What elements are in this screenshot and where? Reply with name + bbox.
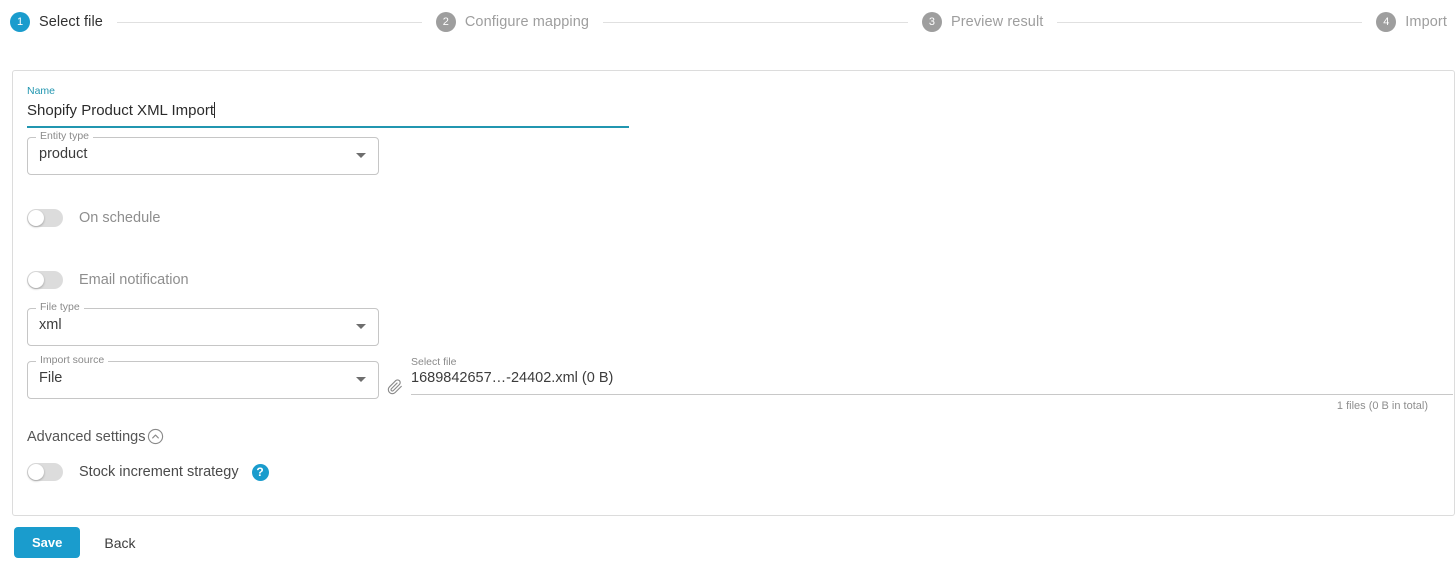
stock-increment-strategy-toggle[interactable]	[27, 463, 63, 481]
import-source-value: File	[39, 370, 63, 386]
form-actions: Save Back	[14, 527, 142, 558]
step-4-label: Import	[1405, 14, 1447, 30]
step-3-label: Preview result	[950, 14, 1044, 30]
import-source-outline	[27, 361, 379, 399]
chevron-up-circle-icon[interactable]	[147, 428, 164, 445]
wizard-stepper: 1 Select file 2 Configure mapping 3 Prev…	[0, 0, 1455, 44]
email-notification-toggle-row[interactable]: Email notification	[27, 271, 189, 289]
import-source-select[interactable]: Import source File	[27, 354, 379, 399]
entity-type-select[interactable]: Entity type product	[27, 130, 379, 175]
file-type-label: File type	[36, 301, 84, 313]
text-caret	[214, 102, 216, 118]
toggle-knob	[28, 210, 44, 226]
stepper-connector-3	[1057, 21, 1363, 23]
name-input[interactable]: Shopify Product XML Import	[27, 100, 629, 124]
step-preview-result[interactable]: 3 Preview result	[921, 12, 1044, 32]
step-select-file[interactable]: 1 Select file	[10, 12, 103, 32]
toggle-knob	[28, 464, 44, 480]
step-2-label: Configure mapping	[464, 14, 590, 30]
stepper-connector-2	[603, 21, 908, 23]
name-input-value: Shopify Product XML Import	[27, 102, 215, 119]
step-4-number: 4	[1376, 12, 1397, 32]
stock-increment-strategy-row[interactable]: Stock increment strategy ?	[27, 463, 269, 481]
select-file-underline	[411, 394, 1453, 395]
stock-increment-strategy-label: Stock increment strategy	[79, 464, 239, 480]
name-label: Name	[27, 85, 56, 97]
chevron-down-icon[interactable]	[356, 377, 366, 382]
step-1-number: 1	[10, 12, 30, 32]
select-file-hint: 1 files (0 B in total)	[1336, 400, 1428, 412]
paperclip-icon[interactable]	[387, 378, 403, 396]
import-settings-card: Name Shopify Product XML Import Entity t…	[12, 70, 1455, 516]
on-schedule-toggle-row[interactable]: On schedule	[27, 209, 160, 227]
step-1-label: Select file	[39, 14, 103, 30]
select-file-label: Select file	[411, 356, 457, 368]
on-schedule-toggle[interactable]	[27, 209, 63, 227]
email-notification-toggle[interactable]	[27, 271, 63, 289]
on-schedule-label: On schedule	[79, 210, 161, 226]
entity-type-label: Entity type	[36, 130, 94, 142]
step-2-number: 2	[435, 12, 456, 32]
step-3-number: 3	[921, 12, 942, 32]
name-field: Name Shopify Product XML Import	[27, 85, 629, 128]
step-import[interactable]: 4 Import	[1376, 12, 1447, 32]
select-file-value[interactable]: 1689842657…-24402.xml (0 B)	[411, 370, 613, 386]
chevron-down-icon[interactable]	[356, 153, 366, 158]
chevron-down-icon[interactable]	[356, 324, 366, 329]
email-notification-label: Email notification	[79, 272, 189, 288]
name-underline	[27, 126, 629, 128]
advanced-settings-label: Advanced settings	[27, 428, 146, 445]
file-type-select[interactable]: File type xml	[27, 301, 379, 346]
entity-type-value: product	[39, 146, 88, 162]
save-button[interactable]: Save	[14, 527, 81, 558]
step-configure-mapping[interactable]: 2 Configure mapping	[435, 12, 590, 32]
import-source-label: Import source	[36, 354, 109, 366]
file-type-value: xml	[39, 317, 62, 333]
back-button[interactable]: Back	[98, 534, 141, 552]
toggle-knob	[28, 272, 44, 288]
file-type-outline	[27, 308, 379, 346]
stepper-connector-1	[116, 21, 422, 23]
help-circle-icon[interactable]: ?	[251, 463, 269, 481]
advanced-settings-toggle[interactable]: Advanced settings	[27, 428, 164, 445]
